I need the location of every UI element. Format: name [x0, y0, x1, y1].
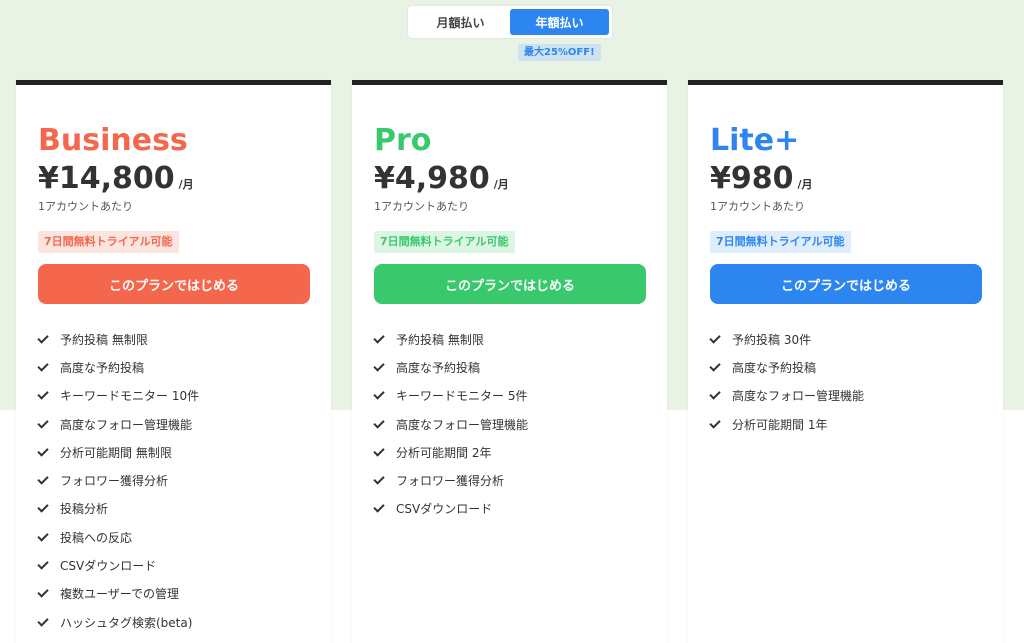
check-icon: [373, 445, 385, 457]
yearly-billing-tab[interactable]: 年額払い: [510, 9, 609, 35]
plan-price: ¥980 /月: [710, 161, 813, 197]
feature-item: 予約投稿 30件: [709, 325, 864, 353]
price-note: 1アカウントあたり: [38, 200, 133, 213]
start-plan-button[interactable]: このプランではじめる: [710, 264, 982, 304]
check-icon: [709, 416, 721, 429]
feature-label: 分析可能期間 2年: [396, 445, 492, 460]
plan-card-lite-plus: Lite+ ¥980 /月 1アカウントあたり 7日間無料トライアル可能 このプ…: [688, 80, 1003, 643]
price-unit: /月: [797, 178, 813, 191]
check-icon: [37, 558, 49, 570]
price-unit: /月: [178, 178, 194, 191]
feature-item: 投稿への反応: [37, 523, 199, 551]
check-icon: [709, 388, 721, 400]
trial-badge: 7日間無料トライアル可能: [374, 231, 515, 253]
feature-item: CSVダウンロード: [373, 495, 528, 523]
feature-item: 予約投稿 無制限: [37, 325, 199, 353]
plan-price: ¥4,980 /月: [374, 161, 509, 197]
check-icon: [37, 473, 49, 485]
price-note: 1アカウントあたり: [710, 200, 805, 213]
check-icon: [373, 331, 385, 344]
feature-item: 分析可能期間 2年: [373, 438, 528, 466]
check-icon: [37, 416, 49, 429]
check-icon: [373, 360, 385, 372]
plan-name: Business: [38, 123, 188, 158]
feature-label: CSVダウンロード: [396, 502, 493, 517]
trial-badge: 7日間無料トライアル可能: [710, 231, 851, 253]
feature-item: キーワードモニター 10件: [37, 382, 200, 410]
check-icon: [37, 445, 49, 457]
feature-item: 複数ユーザーでの管理: [37, 580, 199, 608]
check-icon: [37, 331, 49, 344]
feature-label: 分析可能期間 1年: [732, 417, 828, 432]
check-icon: [37, 530, 49, 542]
feature-list: 予約投稿 30件 高度な予約投稿高度なフォロー管理機能 分析可能期間 1年: [709, 325, 865, 438]
feature-label: 高度な予約投稿: [396, 360, 481, 375]
check-icon: [373, 501, 385, 514]
feature-item: 分析可能期間 無制限: [37, 438, 199, 466]
feature-label: 高度なフォロー管理機能: [732, 389, 865, 404]
check-icon: [37, 388, 49, 400]
check-icon: [37, 360, 49, 372]
feature-item: 高度な予約投稿: [37, 353, 199, 381]
price-note: 1アカウントあたり: [374, 200, 469, 213]
feature-item: ハッシュタグ検索(beta): [37, 608, 199, 636]
feature-item: CSVダウンロード: [37, 551, 199, 579]
price-amount: ¥4,980: [374, 161, 490, 196]
feature-label: キーワードモニター 5件: [396, 389, 528, 404]
plan-card-business: Business ¥14,800 /月 1アカウントあたり 7日間無料トライアル…: [16, 80, 331, 643]
feature-label: 高度なフォロー管理機能: [396, 417, 529, 432]
billing-toggle: 月額払い 年額払い: [408, 6, 612, 38]
check-icon: [709, 360, 721, 372]
feature-label: 高度な予約投稿: [732, 360, 817, 375]
price-amount: ¥980: [710, 161, 794, 196]
check-icon: [37, 614, 49, 627]
plan-name: Pro: [374, 123, 432, 158]
price-amount: ¥14,800: [38, 161, 175, 196]
feature-label: CSVダウンロード: [60, 559, 157, 574]
check-icon: [709, 331, 721, 344]
feature-label: 高度な予約投稿: [60, 360, 145, 375]
feature-label: 投稿への反応: [60, 530, 133, 545]
start-plan-button[interactable]: このプランではじめる: [374, 264, 646, 304]
feature-item: 高度なフォロー管理機能: [373, 410, 529, 438]
feature-item: フォロワー獲得分析: [373, 466, 528, 494]
check-icon: [373, 416, 385, 429]
feature-label: ハッシュタグ検索(beta): [60, 615, 193, 630]
feature-label: 分析可能期間 無制限: [60, 445, 172, 460]
feature-label: 予約投稿 無制限: [396, 332, 484, 347]
feature-label: フォロワー獲得分析: [60, 474, 169, 489]
feature-item: 予約投稿 無制限: [373, 325, 528, 353]
check-icon: [37, 501, 49, 514]
trial-badge: 7日間無料トライアル可能: [38, 231, 179, 253]
feature-list: 予約投稿 無制限 高度な予約投稿キーワードモニター 5件 高度なフォロー管理機能 分析…: [373, 325, 529, 523]
feature-label: キーワードモニター 10件: [60, 389, 200, 404]
discount-badge: 最大25%OFF!: [518, 44, 601, 61]
start-plan-button[interactable]: このプランではじめる: [38, 264, 310, 304]
check-icon: [37, 586, 49, 598]
feature-label: 複数ユーザーでの管理: [60, 587, 180, 602]
monthly-billing-tab[interactable]: 月額払い: [411, 9, 510, 35]
feature-item: 投稿分析: [37, 495, 199, 523]
feature-list: 予約投稿 無制限 高度な予約投稿キーワードモニター 10件 高度なフォロー管理機能分…: [37, 325, 200, 636]
feature-item: 高度なフォロー管理機能: [709, 382, 865, 410]
check-icon: [373, 388, 385, 400]
feature-label: 予約投稿 30件: [732, 332, 812, 347]
feature-label: 予約投稿 無制限: [60, 332, 148, 347]
feature-item: 高度な予約投稿: [373, 353, 528, 381]
feature-item: 高度なフォロー管理機能: [37, 410, 199, 438]
feature-item: フォロワー獲得分析: [37, 466, 199, 494]
feature-item: キーワードモニター 5件: [373, 382, 528, 410]
plan-card-pro: Pro ¥4,980 /月 1アカウントあたり 7日間無料トライアル可能 このプ…: [352, 80, 667, 643]
feature-item: 高度な予約投稿: [709, 353, 864, 381]
check-icon: [373, 473, 385, 485]
price-unit: /月: [493, 178, 509, 191]
plan-name: Lite+: [710, 123, 800, 158]
plan-price: ¥14,800 /月: [38, 161, 194, 197]
feature-label: 投稿分析: [60, 502, 109, 517]
feature-label: フォロワー獲得分析: [396, 474, 505, 489]
feature-label: 高度なフォロー管理機能: [60, 417, 193, 432]
feature-item: 分析可能期間 1年: [709, 410, 864, 438]
